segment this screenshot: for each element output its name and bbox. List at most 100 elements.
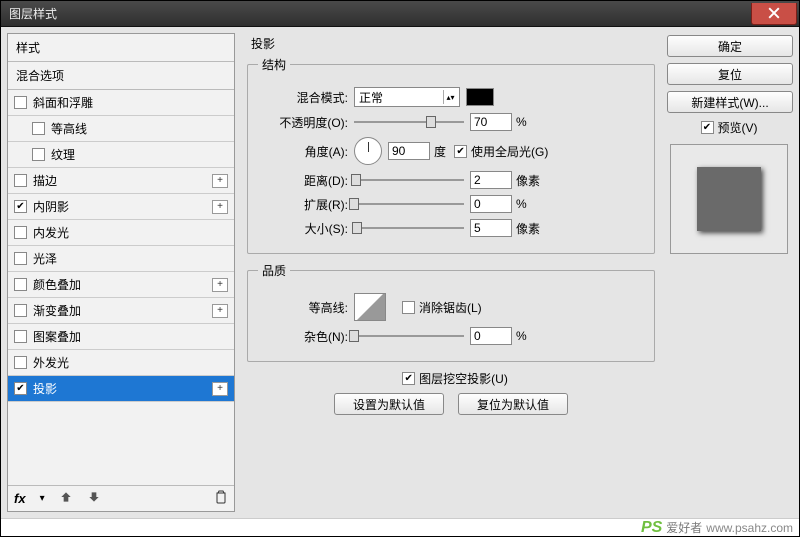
preview-swatch <box>697 167 761 231</box>
plus-icon[interactable]: + <box>212 200 228 214</box>
opacity-slider[interactable] <box>354 115 464 129</box>
ok-button[interactable]: 确定 <box>667 35 793 57</box>
quality-group: 品质 等高线: 消除锯齿(L) 杂色(N): 0 % <box>247 262 655 362</box>
title-bar: 图层样式 <box>1 1 799 27</box>
checkbox[interactable] <box>14 174 27 187</box>
set-default-button[interactable]: 设置为默认值 <box>334 393 444 415</box>
label: 纹理 <box>51 146 75 163</box>
checkbox[interactable] <box>14 330 27 343</box>
label: 光泽 <box>33 250 57 267</box>
angle-input[interactable]: 90 <box>388 142 430 160</box>
knockout-checkbox[interactable] <box>402 372 415 385</box>
knockout-label: 图层挖空投影(U) <box>419 370 508 387</box>
checkbox[interactable] <box>32 122 45 135</box>
style-list: 样式 混合选项 斜面和浮雕 等高线 纹理 描边 + 内阴影 + 内发光 光泽 颜色叠… <box>7 33 235 512</box>
antialias-checkbox[interactable] <box>402 301 415 314</box>
angle-dial[interactable] <box>354 137 382 165</box>
item-texture[interactable]: 纹理 <box>8 142 234 168</box>
checkbox[interactable] <box>14 356 27 369</box>
quality-legend: 品质 <box>258 262 290 279</box>
opacity-input[interactable]: 70 <box>470 113 512 131</box>
item-inner-shadow[interactable]: 内阴影 + <box>8 194 234 220</box>
spread-input[interactable]: 0 <box>470 195 512 213</box>
item-stroke[interactable]: 描边 + <box>8 168 234 194</box>
label: 等高线 <box>51 120 87 137</box>
checkbox[interactable] <box>14 382 27 395</box>
reset-default-button[interactable]: 复位为默认值 <box>458 393 568 415</box>
plus-icon[interactable]: + <box>212 382 228 396</box>
styles-header[interactable]: 样式 <box>8 34 234 62</box>
distance-slider[interactable] <box>354 173 464 187</box>
close-icon <box>768 7 780 19</box>
cancel-button[interactable]: 复位 <box>667 63 793 85</box>
spread-unit: % <box>516 197 527 211</box>
antialias-label: 消除锯齿(L) <box>419 299 482 316</box>
checkbox[interactable] <box>14 252 27 265</box>
distance-unit: 像素 <box>516 172 540 189</box>
chevron-updown-icon: ▴▾ <box>443 90 457 104</box>
contour-picker[interactable] <box>354 293 386 321</box>
noise-slider[interactable] <box>354 329 464 343</box>
noise-label: 杂色(N): <box>258 328 348 345</box>
label: 内阴影 <box>33 198 69 215</box>
move-up-icon[interactable] <box>59 490 73 507</box>
preview-checkbox[interactable] <box>701 121 714 134</box>
trash-icon[interactable] <box>214 490 228 507</box>
label: 颜色叠加 <box>33 276 81 293</box>
blend-mode-label: 混合模式: <box>258 89 348 106</box>
item-outer-glow[interactable]: 外发光 <box>8 350 234 376</box>
plus-icon[interactable]: + <box>212 174 228 188</box>
angle-unit: 度 <box>434 143 446 160</box>
checkbox[interactable] <box>14 200 27 213</box>
label: 斜面和浮雕 <box>33 94 93 111</box>
blend-mode-select[interactable]: 正常 ▴▾ <box>354 87 460 107</box>
fx-icon[interactable]: fx <box>14 491 26 506</box>
settings-panel: 投影 结构 混合模式: 正常 ▴▾ 不透明度(O): 70 % <box>239 27 663 518</box>
label: 渐变叠加 <box>33 302 81 319</box>
item-gradient-overlay[interactable]: 渐变叠加 + <box>8 298 234 324</box>
item-contour[interactable]: 等高线 <box>8 116 234 142</box>
size-input[interactable]: 5 <box>470 219 512 237</box>
panel-title: 投影 <box>251 35 655 52</box>
checkbox[interactable] <box>32 148 45 161</box>
action-column: 确定 复位 新建样式(W)... 预览(V) <box>663 27 799 518</box>
spread-slider[interactable] <box>354 197 464 211</box>
preview-label: 预览(V) <box>718 119 758 136</box>
checkbox[interactable] <box>14 226 27 239</box>
label: 投影 <box>33 380 57 397</box>
label: 描边 <box>33 172 57 189</box>
size-label: 大小(S): <box>258 220 348 237</box>
move-down-icon[interactable] <box>87 490 101 507</box>
item-pattern-overlay[interactable]: 图案叠加 <box>8 324 234 350</box>
plus-icon[interactable]: + <box>212 278 228 292</box>
item-inner-glow[interactable]: 内发光 <box>8 220 234 246</box>
plus-icon[interactable]: + <box>212 304 228 318</box>
item-color-overlay[interactable]: 颜色叠加 + <box>8 272 234 298</box>
color-swatch[interactable] <box>466 88 494 106</box>
global-light-label: 使用全局光(G) <box>471 143 548 160</box>
label: 图案叠加 <box>33 328 81 345</box>
size-slider[interactable] <box>354 221 464 235</box>
noise-unit: % <box>516 329 527 343</box>
new-style-button[interactable]: 新建样式(W)... <box>667 91 793 113</box>
checkbox[interactable] <box>14 304 27 317</box>
contour-label: 等高线: <box>258 299 348 316</box>
label: 外发光 <box>33 354 69 371</box>
angle-label: 角度(A): <box>258 143 348 160</box>
distance-label: 距离(D): <box>258 172 348 189</box>
global-light-checkbox[interactable] <box>454 145 467 158</box>
item-satin[interactable]: 光泽 <box>8 246 234 272</box>
item-drop-shadow[interactable]: 投影 + <box>8 376 234 402</box>
chevron-down-icon[interactable]: ▾ <box>40 493 45 504</box>
noise-input[interactable]: 0 <box>470 327 512 345</box>
checkbox[interactable] <box>14 96 27 109</box>
opacity-label: 不透明度(O): <box>258 114 348 131</box>
checkbox[interactable] <box>14 278 27 291</box>
spread-label: 扩展(R): <box>258 196 348 213</box>
close-button[interactable] <box>751 3 797 25</box>
distance-input[interactable]: 2 <box>470 171 512 189</box>
structure-group: 结构 混合模式: 正常 ▴▾ 不透明度(O): 70 % 角度(A) <box>247 56 655 254</box>
label: 内发光 <box>33 224 69 241</box>
item-bevel[interactable]: 斜面和浮雕 <box>8 90 234 116</box>
blend-options-header[interactable]: 混合选项 <box>8 62 234 90</box>
